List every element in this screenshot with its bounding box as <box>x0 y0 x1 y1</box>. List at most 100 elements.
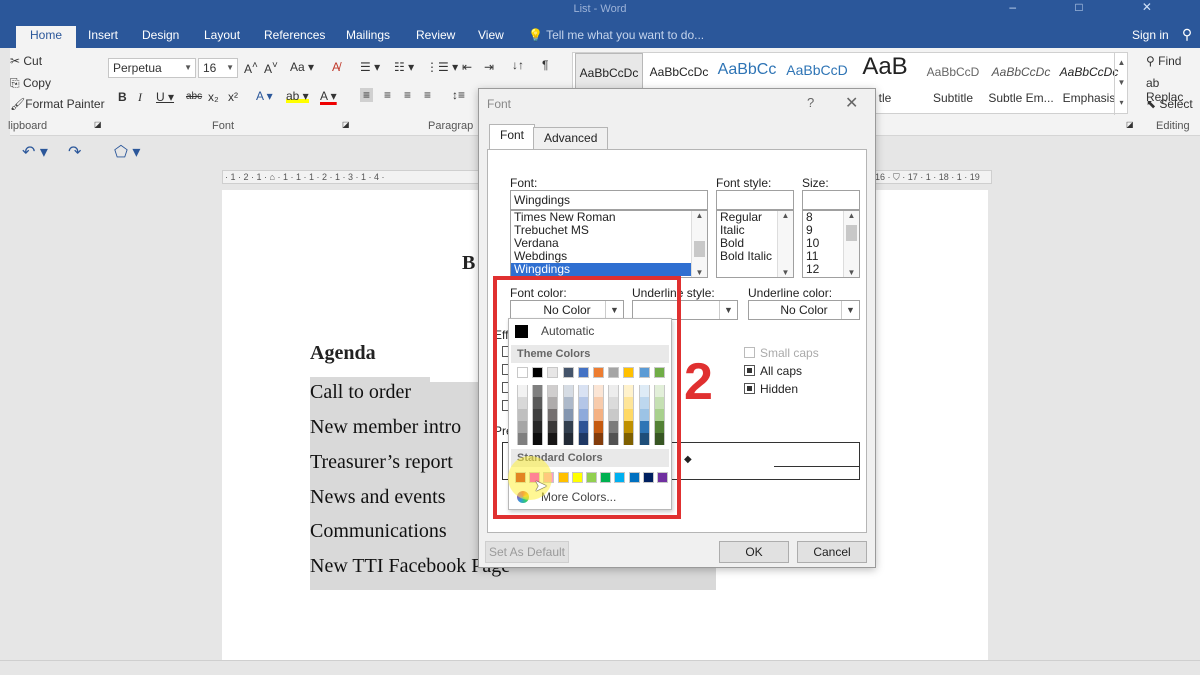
style-sample: AaBbCc <box>717 61 777 78</box>
sign-in-link[interactable]: Sign in <box>1132 28 1169 42</box>
tab-mailings[interactable]: Mailings <box>332 26 404 48</box>
underline-color-value: No Color <box>780 303 828 317</box>
tab-view[interactable]: View <box>464 26 518 48</box>
align-right-icon[interactable]: ≡ <box>404 88 411 102</box>
gallery-scroll[interactable]: ▲ ▼ ▾ <box>1114 53 1128 115</box>
find-button[interactable]: ⚲ Find <box>1146 54 1181 68</box>
tab-font[interactable]: Font <box>489 124 536 150</box>
chevron-down-icon: ▼ <box>719 301 737 319</box>
help-icon[interactable]: ? <box>807 95 814 110</box>
change-case-icon[interactable]: Aa ▾ <box>290 60 314 74</box>
list-item: Communications <box>310 520 447 542</box>
ribbon-tabs: Home Insert Design Layout References Mai… <box>0 22 1200 48</box>
tab-advanced[interactable]: Advanced <box>533 127 609 149</box>
font-list-scrollbar[interactable]: ▲ ▼ <box>691 211 707 277</box>
lightbulb-icon: 💡 <box>528 28 547 42</box>
format-painter-button[interactable]: 🖌Format Painter <box>10 97 105 111</box>
cancel-button[interactable]: Cancel <box>797 541 867 563</box>
grow-font-icon[interactable]: A˄ <box>244 60 258 76</box>
tab-insert[interactable]: Insert <box>74 26 132 48</box>
font-name-field[interactable]: Wingdings <box>510 190 708 210</box>
italic-icon[interactable]: I <box>138 90 142 105</box>
list-item: News and events <box>310 486 446 508</box>
hidden-checkbox[interactable] <box>744 383 755 394</box>
redo-icon[interactable]: ↷ <box>68 142 81 162</box>
bullets-icon[interactable]: ☰ ▾ <box>360 60 380 74</box>
size-list[interactable]: 8 9 10 11 12 ▲ ▼ <box>802 210 860 278</box>
subscript-icon[interactable]: x₂ <box>208 90 219 104</box>
all-caps-checkbox[interactable] <box>744 365 755 376</box>
clipboard-launcher-icon[interactable]: ◪ <box>94 120 102 129</box>
agenda-heading: Agenda <box>310 342 376 364</box>
style-subtitle[interactable]: AaBbCcD Subtitle <box>919 53 987 113</box>
clear-formatting-icon[interactable]: A̸ <box>332 60 340 74</box>
style-list-scrollbar[interactable]: ▲ ▼ <box>777 211 793 277</box>
font-style-label: Font style: <box>716 176 772 190</box>
chevron-down-icon: ▼ <box>226 63 234 72</box>
font-name-list[interactable]: Times New Roman Trebuchet MS Verdana Web… <box>510 210 708 278</box>
editing-group-label: Editing <box>1156 120 1190 132</box>
shrink-font-icon[interactable]: A˅ <box>264 60 278 76</box>
pilcrow-icon[interactable]: ¶ <box>542 58 548 72</box>
style-name: Subtle Em... <box>988 91 1054 105</box>
sort-icon[interactable]: ↓↑ <box>512 58 524 72</box>
touch-mode-icon[interactable]: ⬠ ▾ <box>114 142 140 162</box>
style-emphasis[interactable]: AaBbCcDc Emphasis <box>1055 53 1123 113</box>
styles-launcher-icon[interactable]: ◪ <box>1126 120 1134 129</box>
small-caps-checkbox[interactable] <box>744 347 755 358</box>
justify-icon[interactable]: ≡ <box>424 88 431 102</box>
select-label: Select <box>1159 97 1193 111</box>
tab-review[interactable]: Review <box>402 26 469 48</box>
list-item: Call to order <box>310 377 430 407</box>
tell-me-text: Tell me what you want to do... <box>546 28 705 42</box>
list-item-selected[interactable]: Wingdings <box>511 263 707 276</box>
tab-references[interactable]: References <box>250 26 339 48</box>
tab-design[interactable]: Design <box>128 26 193 48</box>
share-icon[interactable]: ⚲ <box>1176 26 1198 46</box>
style-subtle-emphasis[interactable]: AaBbCcDc Subtle Em... <box>987 53 1055 113</box>
style-sample: AaBbCcDc <box>1059 65 1119 79</box>
strikethrough-icon[interactable]: abc <box>186 91 202 102</box>
style-sample: AaBbCcDc <box>649 65 709 79</box>
font-size-box[interactable]: 16 ▼ <box>198 58 238 78</box>
scissors-icon: ✂ <box>10 54 24 68</box>
tab-layout[interactable]: Layout <box>190 26 254 48</box>
clipboard-group-label: lipboard <box>8 120 48 132</box>
align-center-icon[interactable]: ≡ <box>384 88 391 102</box>
ruler-right-segment: 16 · ⛉ · 17 · 1 · 18 · 1 · 19 <box>872 170 992 184</box>
font-style-list[interactable]: Regular Italic Bold Bold Italic ▲ ▼ <box>716 210 794 278</box>
annotation-highlight-box <box>493 276 681 519</box>
copy-button[interactable]: ⎘ Copy <box>10 76 51 91</box>
ruler-left-segment: · 1 · 2 · 1 · ⌂ · 1 · 1 · 1 · 2 · 1 · 3 … <box>222 170 482 184</box>
window-controls[interactable]: – □ ✕ <box>1009 0 1180 14</box>
font-style-field[interactable] <box>716 190 794 210</box>
size-list-scrollbar[interactable]: ▲ ▼ <box>843 211 859 277</box>
font-color-icon[interactable]: A ▾ <box>320 89 337 103</box>
underline-color-combo[interactable]: No Color ▼ <box>748 300 860 320</box>
hidden-label: Hidden <box>760 382 799 396</box>
text-effects-icon[interactable]: A ▾ <box>256 89 273 103</box>
font-name-box[interactable]: Perpetua ▼ <box>108 58 196 78</box>
align-left-icon[interactable]: ≡ <box>360 88 374 102</box>
bold-icon[interactable]: B <box>118 90 127 104</box>
chevron-down-icon: ▼ <box>184 63 192 72</box>
set-as-default-button[interactable]: Set As Default <box>485 541 569 563</box>
tab-home[interactable]: Home <box>16 26 77 48</box>
underline-icon[interactable]: U ▾ <box>156 90 174 104</box>
select-button[interactable]: ⬉ Select <box>1146 97 1193 111</box>
increase-indent-icon[interactable]: ⇥ <box>484 60 494 74</box>
cut-button[interactable]: ✂ Cut <box>10 54 42 68</box>
numbering-icon[interactable]: ☷ ▾ <box>394 60 414 74</box>
close-icon[interactable]: ✕ <box>845 93 858 113</box>
decrease-indent-icon[interactable]: ⇤ <box>462 60 472 74</box>
line-spacing-icon[interactable]: ↕≡ <box>452 88 465 102</box>
small-caps-label: Small caps <box>760 346 819 360</box>
multilevel-list-icon[interactable]: ⋮☰ ▾ <box>426 60 458 74</box>
superscript-icon[interactable]: x² <box>228 90 238 104</box>
highlight-color-icon[interactable]: ab ▾ <box>286 89 309 103</box>
size-field[interactable] <box>802 190 860 210</box>
tell-me-box[interactable]: 💡 Tell me what you want to do... <box>528 28 704 42</box>
undo-icon[interactable]: ↶ ▾ <box>22 142 48 162</box>
font-launcher-icon[interactable]: ◪ <box>342 120 350 129</box>
ok-button[interactable]: OK <box>719 541 789 563</box>
